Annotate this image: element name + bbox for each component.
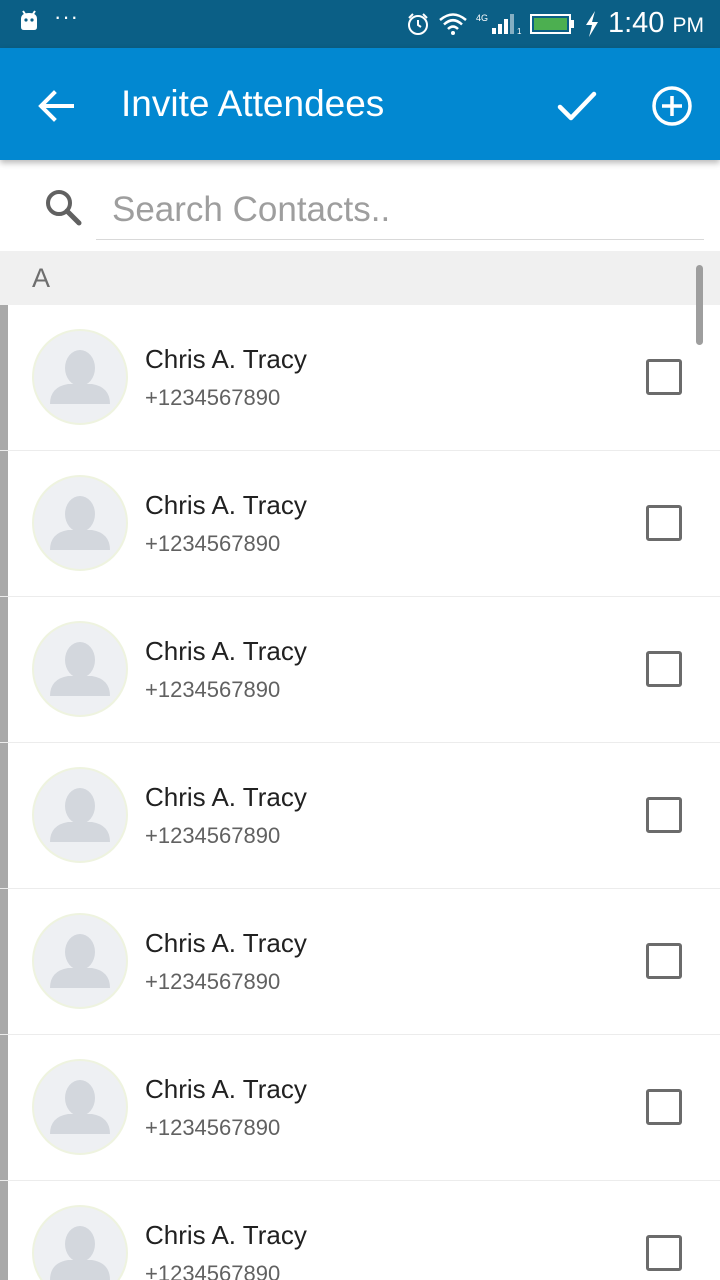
row-accent-bar [0, 305, 8, 450]
alarm-icon [407, 13, 428, 35]
select-checkbox[interactable] [646, 797, 682, 833]
row-accent-bar [0, 743, 8, 888]
contact-phone: +1234567890 [145, 969, 281, 994]
app-bar: Invite Attendees [0, 48, 720, 160]
list-item[interactable]: Chris A. Tracy +1234567890 [0, 1181, 720, 1280]
list-item[interactable]: Chris A. Tracy +1234567890 [0, 451, 720, 597]
person-placeholder-icon [50, 350, 110, 404]
list-item[interactable]: Chris A. Tracy +1234567890 [0, 1035, 720, 1181]
contact-phone: +1234567890 [145, 823, 281, 848]
contact-name: Chris A. Tracy [145, 490, 307, 520]
select-checkbox[interactable] [646, 651, 682, 687]
list-item[interactable]: Chris A. Tracy +1234567890 [0, 889, 720, 1035]
check-icon [557, 91, 597, 121]
confirm-button[interactable] [554, 84, 598, 128]
avatar [32, 913, 128, 1009]
battery-icon [529, 14, 574, 34]
add-circle-icon [652, 86, 692, 126]
avatar [32, 1205, 128, 1280]
clock-time: 1:40 [607, 6, 665, 39]
wifi-icon [439, 13, 467, 35]
contact-list[interactable]: Chris A. Tracy +1234567890 Chris A. Trac… [0, 305, 720, 1280]
contact-phone: +1234567890 [145, 1115, 281, 1140]
avatar [32, 621, 128, 717]
add-contact-button[interactable] [648, 82, 696, 130]
clock-ampm: PM [672, 13, 705, 37]
select-checkbox[interactable] [646, 943, 682, 979]
contact-name: Chris A. Tracy [145, 928, 307, 958]
notification-dots: ··· [54, 4, 79, 29]
sim-number: 1 [517, 27, 522, 36]
person-placeholder-icon [50, 1080, 110, 1134]
status-right: 4G 1 1:40 PM [406, 6, 704, 42]
person-placeholder-icon [50, 642, 110, 696]
arrow-back-icon [38, 90, 74, 122]
row-accent-bar [0, 597, 8, 742]
search-input[interactable] [96, 180, 704, 240]
list-item[interactable]: Chris A. Tracy +1234567890 [0, 743, 720, 889]
select-checkbox[interactable] [646, 359, 682, 395]
status-left: ··· [18, 6, 79, 32]
clock: 1:40 PM [608, 5, 704, 44]
contact-name: Chris A. Tracy [145, 782, 307, 812]
charging-icon [585, 11, 598, 37]
search-icon [46, 190, 82, 226]
network-type: 4G [475, 13, 488, 23]
person-placeholder-icon [50, 1226, 110, 1280]
avatar [32, 475, 128, 571]
avatar [32, 767, 128, 863]
person-placeholder-icon [50, 496, 110, 550]
contact-phone: +1234567890 [145, 1261, 281, 1280]
list-item[interactable]: Chris A. Tracy +1234567890 [0, 597, 720, 743]
row-accent-bar [0, 1035, 8, 1180]
contact-phone: +1234567890 [145, 531, 281, 556]
signal-icon: 1 [491, 14, 522, 36]
avatar [32, 1059, 128, 1155]
section-header-a: A [0, 251, 720, 305]
contact-phone: +1234567890 [145, 385, 281, 410]
person-placeholder-icon [50, 934, 110, 988]
contact-name: Chris A. Tracy [145, 1074, 307, 1104]
row-accent-bar [0, 1181, 8, 1280]
select-checkbox[interactable] [646, 505, 682, 541]
row-accent-bar [0, 889, 8, 1034]
contact-name: Chris A. Tracy [145, 344, 307, 374]
status-bar: ··· 4G 1 1:40 PM [0, 0, 720, 48]
select-checkbox[interactable] [646, 1089, 682, 1125]
search-bar [0, 160, 720, 250]
person-placeholder-icon [50, 788, 110, 842]
page-title: Invite Attendees [121, 83, 385, 124]
contact-name: Chris A. Tracy [145, 636, 307, 666]
android-icon [21, 10, 37, 30]
row-accent-bar [0, 451, 8, 596]
avatar [32, 329, 128, 425]
contact-name: Chris A. Tracy [145, 1220, 307, 1250]
select-checkbox[interactable] [646, 1235, 682, 1271]
scrollbar-thumb[interactable] [696, 265, 703, 345]
list-item[interactable]: Chris A. Tracy +1234567890 [0, 305, 720, 451]
contact-phone: +1234567890 [145, 677, 281, 702]
back-button[interactable] [34, 84, 78, 128]
